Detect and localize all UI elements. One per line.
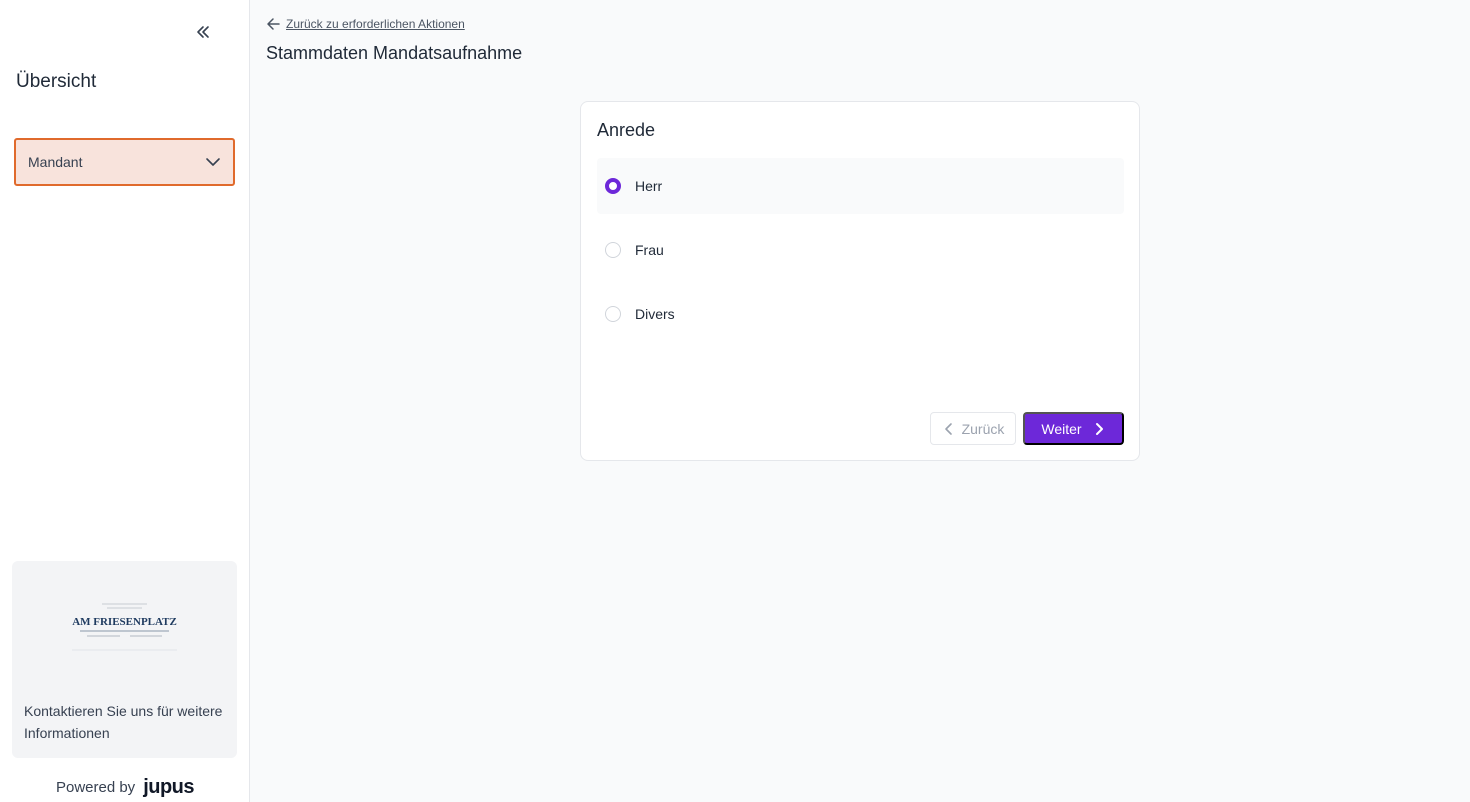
powered-by: Powered by jupus <box>0 776 250 798</box>
back-link-label: Zurück zu erforderlichen Aktionen <box>286 17 465 31</box>
option-label: Divers <box>635 306 675 322</box>
back-to-actions-link[interactable]: Zurück zu erforderlichen Aktionen <box>266 15 465 33</box>
firm-logo: AM FRIESENPLATZ <box>72 601 177 653</box>
option-frau[interactable]: Frau <box>597 222 1124 278</box>
mandant-select[interactable]: Mandant <box>14 138 235 186</box>
page-title: Stammdaten Mandatsaufnahme <box>266 43 523 63</box>
option-divers[interactable]: Divers <box>597 286 1124 342</box>
next-button-label: Weiter <box>1041 420 1082 437</box>
option-label: Frau <box>635 242 664 258</box>
sidebar: Übersicht Mandant AM FRIESENPLATZ Kontak… <box>0 0 250 802</box>
arrow-left-icon <box>267 18 280 30</box>
radio-frau[interactable] <box>605 242 621 258</box>
radio-herr[interactable] <box>605 178 621 194</box>
option-herr[interactable]: Herr <box>597 158 1124 214</box>
radio-divers[interactable] <box>605 306 621 322</box>
double-chevron-left-icon <box>197 26 209 38</box>
chevron-right-icon <box>1095 422 1103 435</box>
chevron-left-icon <box>944 422 952 435</box>
back-button[interactable]: Zurück <box>930 412 1016 445</box>
chevron-down-icon <box>206 158 220 166</box>
collapse-sidebar-button[interactable] <box>191 20 215 44</box>
back-button-label: Zurück <box>961 420 1005 437</box>
firm-logo-text: AM FRIESENPLATZ <box>72 616 177 628</box>
option-label: Herr <box>635 178 663 194</box>
powered-by-label: Powered by <box>55 778 136 796</box>
form-card: Anrede Herr Frau Divers Zurück Weiter <box>580 101 1140 461</box>
info-card: AM FRIESENPLATZ Kontaktieren Sie uns für… <box>12 561 237 758</box>
next-button[interactable]: Weiter <box>1023 412 1124 445</box>
mandant-select-value: Mandant <box>28 154 83 170</box>
form-question-title: Anrede <box>597 120 656 140</box>
sidebar-title: Übersicht <box>16 71 97 92</box>
jupus-logo: jupus <box>143 775 195 798</box>
contact-info-text: Kontaktieren Sie uns für weitere Informa… <box>24 703 223 741</box>
